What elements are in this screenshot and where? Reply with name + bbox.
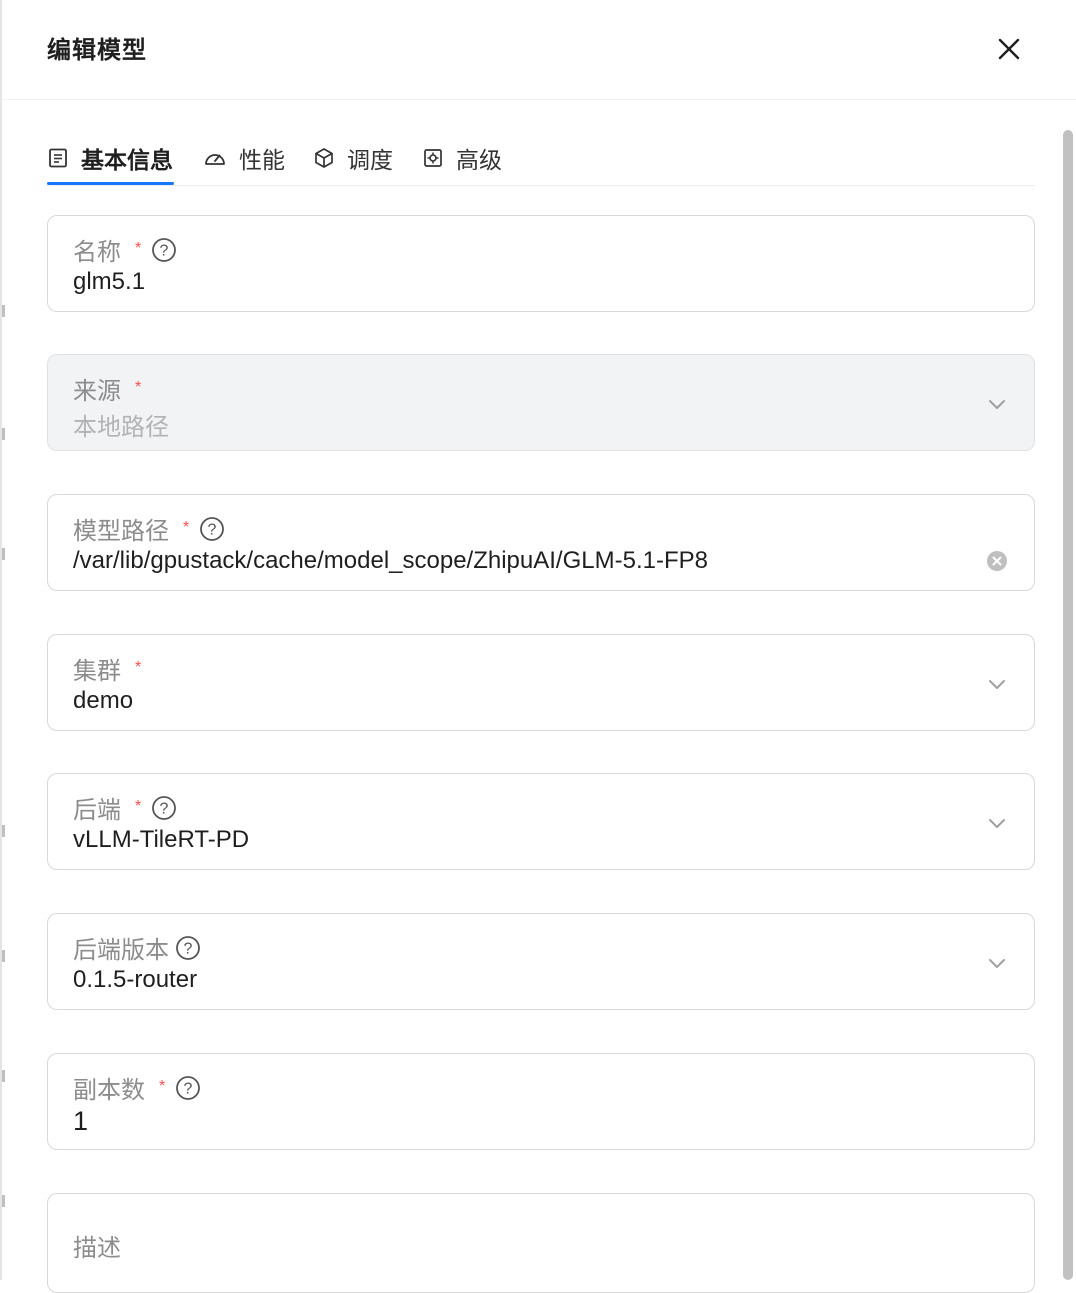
tab-bar: 基本信息 性能 调度 高级 xyxy=(47,130,1035,186)
chevron-down-icon xyxy=(989,819,1005,828)
cluster-select[interactable]: 集群 * demo xyxy=(47,634,1035,731)
close-icon xyxy=(998,38,1020,60)
source-label-text: 来源 xyxy=(73,378,121,405)
required-mark: * xyxy=(135,797,142,815)
drawer-title: 编辑模型 xyxy=(47,37,147,64)
edge-mark xyxy=(2,428,5,440)
required-mark: * xyxy=(135,658,142,676)
tab-label: 性能 xyxy=(239,147,285,173)
required-mark: * xyxy=(183,518,190,536)
svg-text:?: ? xyxy=(160,800,169,817)
source-value: 本地路径 xyxy=(73,414,169,441)
tab-scheduling[interactable]: 调度 xyxy=(313,130,393,186)
clear-icon[interactable] xyxy=(986,550,1008,572)
edge-mark xyxy=(2,548,5,560)
backend-version-label: 后端版本 ? xyxy=(73,930,201,965)
backend-select[interactable]: 后端 * ? vLLM-TileRT-PD xyxy=(47,773,1035,870)
form-list-icon xyxy=(49,148,67,168)
backend-label-text: 后端 xyxy=(73,797,121,824)
description-textarea[interactable]: 描述 xyxy=(47,1193,1035,1293)
help-icon[interactable]: ? xyxy=(175,1075,201,1101)
backend-version-label-text: 后端版本 xyxy=(73,937,169,964)
svg-text:?: ? xyxy=(184,940,193,957)
tab-label: 基本信息 xyxy=(81,147,173,173)
scrollbar-thumb[interactable] xyxy=(1063,130,1073,1280)
model-path-field[interactable]: 模型路径 * ? /var/lib/gpustack/cache/model_s… xyxy=(47,494,1035,591)
source-label: 来源 * xyxy=(73,371,151,406)
description-label-text: 描述 xyxy=(73,1235,121,1262)
edge-mark xyxy=(2,1195,5,1207)
backend-version-select[interactable]: 后端版本 ? 0.1.5-router xyxy=(47,913,1035,1010)
required-mark: * xyxy=(135,378,142,396)
replicas-label: 副本数 * ? xyxy=(73,1070,201,1105)
name-label-text: 名称 xyxy=(73,239,121,266)
model-path-input[interactable]: /var/lib/gpustack/cache/model_scope/Zhip… xyxy=(73,547,708,575)
chevron-down-icon xyxy=(989,400,1005,409)
tab-label: 高级 xyxy=(456,147,502,173)
help-icon[interactable]: ? xyxy=(151,795,177,821)
tab-label: 调度 xyxy=(347,147,393,173)
chevron-down-icon xyxy=(989,680,1005,689)
edge-mark xyxy=(2,825,5,837)
required-mark: * xyxy=(159,1077,166,1095)
help-icon[interactable]: ? xyxy=(175,935,201,961)
edge-mark xyxy=(2,950,5,962)
svg-text:?: ? xyxy=(184,1080,193,1097)
cluster-label-text: 集群 xyxy=(73,658,121,685)
source-select: 来源 * 本地路径 xyxy=(47,354,1035,451)
cluster-label: 集群 * xyxy=(73,651,151,686)
speedometer-icon xyxy=(205,154,225,165)
tab-advanced[interactable]: 高级 xyxy=(422,130,502,186)
edge-mark xyxy=(2,305,5,317)
edit-model-drawer: 编辑模型 基本信息 性能 调度 高级 名称 * ? glm5.1 来源 * 本地… xyxy=(0,0,1076,1293)
cube-icon xyxy=(315,148,333,168)
name-label: 名称 * ? xyxy=(73,232,177,267)
model-path-label: 模型路径 * ? xyxy=(73,511,225,546)
svg-text:?: ? xyxy=(208,521,217,538)
model-path-label-text: 模型路径 xyxy=(73,518,169,545)
chevron-down-icon xyxy=(989,959,1005,968)
drawer-header: 编辑模型 xyxy=(2,0,1076,100)
replicas-label-text: 副本数 xyxy=(73,1077,145,1104)
edge-mark xyxy=(2,1070,5,1082)
description-label: 描述 xyxy=(73,1228,121,1263)
replicas-field[interactable]: 副本数 * ? 1 xyxy=(47,1053,1035,1150)
help-icon[interactable]: ? xyxy=(199,516,225,542)
replicas-input[interactable]: 1 xyxy=(73,1106,88,1137)
backend-version-value: 0.1.5-router xyxy=(73,966,198,993)
active-tab-indicator xyxy=(47,182,174,185)
close-button[interactable] xyxy=(992,32,1026,66)
cluster-value: demo xyxy=(73,687,134,714)
settings-gear-icon xyxy=(424,149,442,167)
required-mark: * xyxy=(135,239,142,257)
tab-basic-info[interactable]: 基本信息 xyxy=(47,130,173,186)
name-input[interactable]: glm5.1 xyxy=(73,268,145,296)
name-field[interactable]: 名称 * ? glm5.1 xyxy=(47,215,1035,312)
help-icon[interactable]: ? xyxy=(151,237,177,263)
tab-performance[interactable]: 性能 xyxy=(203,130,285,186)
backend-value: vLLM-TileRT-PD xyxy=(73,826,250,853)
backend-label: 后端 * ? xyxy=(73,790,177,825)
svg-text:?: ? xyxy=(160,242,169,259)
